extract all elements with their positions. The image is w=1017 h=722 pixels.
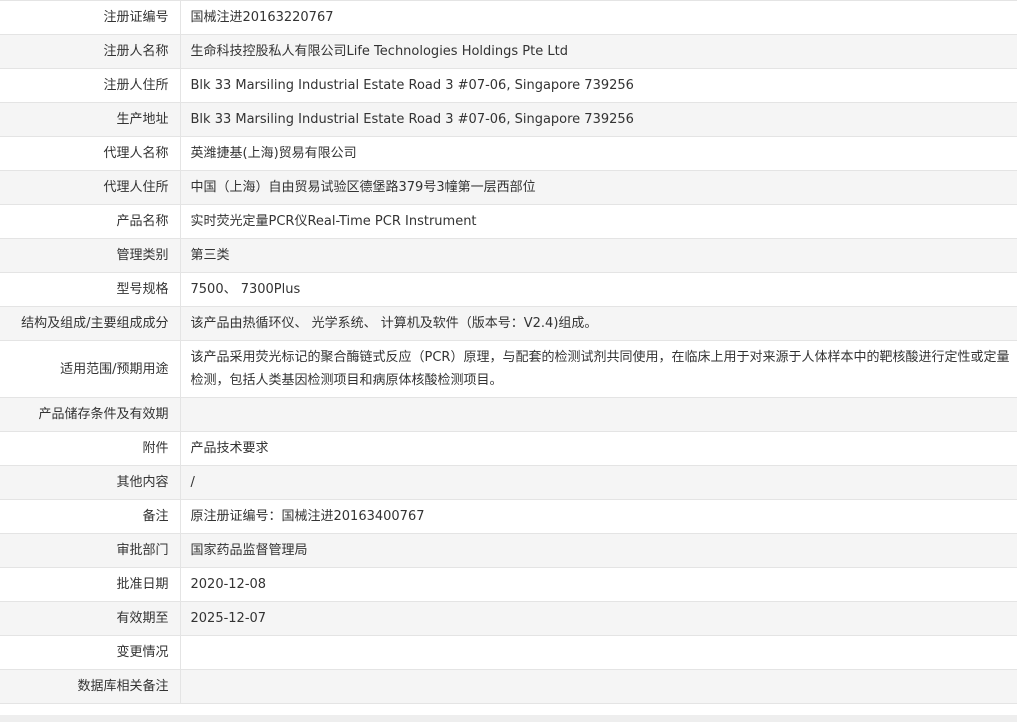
field-label: 产品名称 — [0, 204, 181, 239]
row-approval-department: 审批部门 国家药品监督管理局 — [0, 533, 1017, 568]
field-value: 实时荧光定量PCR仪Real-Time PCR Instrument — [180, 204, 1017, 239]
detail-table-body: 注册证编号 国械注进20163220767 注册人名称 生命科技控股私人有限公司… — [0, 0, 1017, 704]
row-registration-number: 注册证编号 国械注进20163220767 — [0, 0, 1017, 35]
field-label: 产品储存条件及有效期 — [0, 397, 181, 432]
field-label: 附件 — [0, 431, 181, 466]
field-label: 型号规格 — [0, 272, 181, 307]
field-value: 国家药品监督管理局 — [180, 533, 1017, 568]
field-label: 适用范围/预期用途 — [0, 340, 181, 398]
field-value: 英潍捷基(上海)贸易有限公司 — [180, 136, 1017, 171]
row-database-notes: 数据库相关备注 — [0, 669, 1017, 704]
row-product-name: 产品名称 实时荧光定量PCR仪Real-Time PCR Instrument — [0, 204, 1017, 239]
row-model-spec: 型号规格 7500、 7300Plus — [0, 272, 1017, 307]
field-value: 中国（上海）自由贸易试验区德堡路379号3幢第一层西部位 — [180, 170, 1017, 205]
row-attachment: 附件 产品技术要求 — [0, 431, 1017, 466]
row-intended-use: 适用范围/预期用途 该产品采用荧光标记的聚合酶链式反应（PCR）原理，与配套的检… — [0, 340, 1017, 398]
field-label: 批准日期 — [0, 567, 181, 602]
row-management-category: 管理类别 第三类 — [0, 238, 1017, 273]
field-value — [180, 397, 1017, 432]
field-label: 管理类别 — [0, 238, 181, 273]
field-value: 第三类 — [180, 238, 1017, 273]
row-remarks: 备注 原注册证编号：国械注进20163400767 — [0, 499, 1017, 534]
field-value: Blk 33 Marsiling Industrial Estate Road … — [180, 102, 1017, 137]
field-label: 代理人住所 — [0, 170, 181, 205]
field-value: 该产品由热循环仪、 光学系统、 计算机及软件（版本号：V2.4)组成。 — [180, 306, 1017, 341]
row-valid-until: 有效期至 2025-12-07 — [0, 601, 1017, 636]
registration-detail-table: 注册证编号 国械注进20163220767 注册人名称 生命科技控股私人有限公司… — [0, 0, 1017, 704]
row-storage-conditions: 产品储存条件及有效期 — [0, 397, 1017, 432]
row-change-status: 变更情况 — [0, 635, 1017, 670]
field-value: 原注册证编号：国械注进20163400767 — [180, 499, 1017, 534]
row-registrant-address: 注册人住所 Blk 33 Marsiling Industrial Estate… — [0, 68, 1017, 103]
row-registrant-name: 注册人名称 生命科技控股私人有限公司Life Technologies Hold… — [0, 34, 1017, 69]
field-value: 产品技术要求 — [180, 431, 1017, 466]
field-label: 数据库相关备注 — [0, 669, 181, 704]
row-approval-date: 批准日期 2020-12-08 — [0, 567, 1017, 602]
field-value: 2020-12-08 — [180, 567, 1017, 602]
field-label: 注册证编号 — [0, 0, 181, 35]
field-value: Blk 33 Marsiling Industrial Estate Road … — [180, 68, 1017, 103]
row-structure-composition: 结构及组成/主要组成成分 该产品由热循环仪、 光学系统、 计算机及软件（版本号：… — [0, 306, 1017, 341]
row-agent-name: 代理人名称 英潍捷基(上海)贸易有限公司 — [0, 136, 1017, 171]
page-bottom-divider — [0, 715, 1017, 722]
field-value: 7500、 7300Plus — [180, 272, 1017, 307]
field-value: 2025-12-07 — [180, 601, 1017, 636]
field-label: 有效期至 — [0, 601, 181, 636]
row-agent-address: 代理人住所 中国（上海）自由贸易试验区德堡路379号3幢第一层西部位 — [0, 170, 1017, 205]
field-label: 注册人名称 — [0, 34, 181, 69]
field-value: 生命科技控股私人有限公司Life Technologies Holdings P… — [180, 34, 1017, 69]
field-label: 注册人住所 — [0, 68, 181, 103]
field-value — [180, 669, 1017, 704]
field-label: 变更情况 — [0, 635, 181, 670]
field-label: 审批部门 — [0, 533, 181, 568]
field-label: 生产地址 — [0, 102, 181, 137]
field-label: 备注 — [0, 499, 181, 534]
field-value: 国械注进20163220767 — [180, 0, 1017, 35]
field-value — [180, 635, 1017, 670]
field-value: 该产品采用荧光标记的聚合酶链式反应（PCR）原理，与配套的检测试剂共同使用，在临… — [180, 340, 1017, 398]
field-label: 结构及组成/主要组成成分 — [0, 306, 181, 341]
row-other-content: 其他内容 / — [0, 465, 1017, 500]
field-value: / — [180, 465, 1017, 500]
field-label: 代理人名称 — [0, 136, 181, 171]
field-label: 其他内容 — [0, 465, 181, 500]
row-production-address: 生产地址 Blk 33 Marsiling Industrial Estate … — [0, 102, 1017, 137]
